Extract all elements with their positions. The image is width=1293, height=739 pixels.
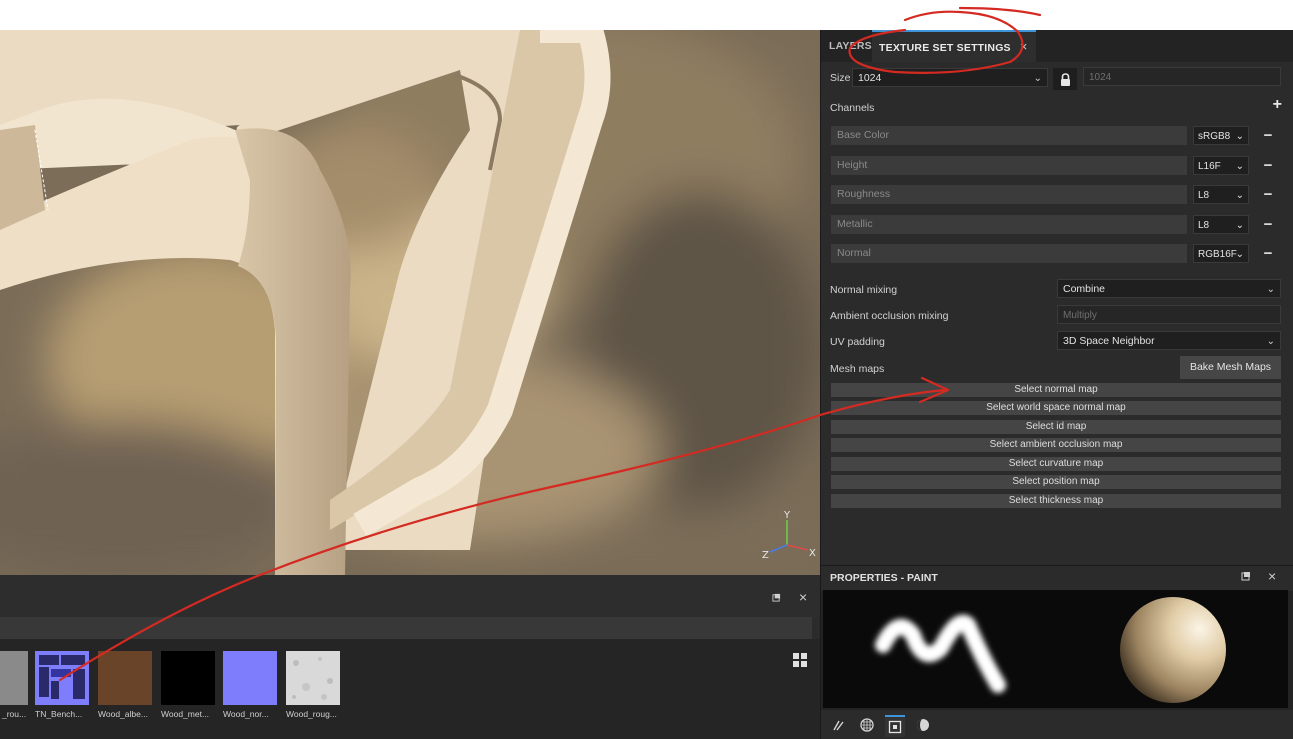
channel-format-dropdown[interactable]: L16F ⌄ — [1193, 156, 1249, 175]
normal-mixing-value: Combine — [1063, 283, 1106, 295]
uv-padding-value: 3D Space Neighbor — [1063, 335, 1155, 347]
channel-format-value: L8 — [1198, 220, 1210, 231]
channel-format-value: L8 — [1198, 190, 1210, 201]
gizmo-x-label: X — [809, 548, 816, 559]
channel-format-value: RGB16F — [1198, 249, 1237, 260]
remove-channel-icon[interactable]: − — [1261, 244, 1275, 263]
viewport-render — [0, 30, 820, 575]
select-id-map-button[interactable]: Select id map — [831, 420, 1281, 434]
channel-name-field[interactable]: Base Color — [831, 126, 1187, 145]
thumb-label: Wood_nor... — [223, 709, 269, 719]
thumb-label: Wood_met... — [161, 709, 210, 719]
axis-gizmo: Y X Z — [762, 510, 816, 560]
normal-mixing-label: Normal mixing — [830, 284, 898, 296]
mesh-maps-label: Mesh maps — [830, 363, 885, 375]
undock-icon[interactable] — [1241, 570, 1251, 584]
sphere-preview-icon[interactable] — [913, 715, 933, 735]
properties-paint-panel: PROPERTIES - PAINT × — [820, 565, 1293, 739]
channel-format-dropdown[interactable]: sRGB8 ⌄ — [1193, 126, 1249, 145]
thumb-label: _rou... — [2, 709, 27, 719]
normal-mixing-dropdown[interactable]: Combine ⌄ — [1057, 279, 1281, 298]
uv-padding-dropdown[interactable]: 3D Space Neighbor ⌄ — [1057, 331, 1281, 350]
panel-tab-bar: LAYERS TEXTURE SET SETTINGS × — [821, 30, 1293, 62]
channel-format-value: L16F — [1198, 161, 1221, 172]
channel-format-dropdown[interactable]: L8 ⌄ — [1193, 215, 1249, 234]
remove-channel-icon[interactable]: − — [1261, 126, 1275, 145]
remove-channel-icon[interactable]: − — [1261, 185, 1275, 204]
thumb-normal-texture[interactable] — [223, 651, 277, 705]
texture-set-settings-panel: LAYERS TEXTURE SET SETTINGS × Size 1024 ⌄… — [820, 30, 1293, 565]
material-sphere — [1120, 597, 1226, 703]
select-position-map-button[interactable]: Select position map — [831, 475, 1281, 489]
select-world-space-normal-map-button[interactable]: Select world space normal map — [831, 401, 1281, 415]
bake-mesh-maps-button[interactable]: Bake Mesh Maps — [1180, 356, 1281, 379]
shelf-content: _rou... TN_Bench... Wood_albe... Wood_me… — [0, 639, 820, 739]
size-lock-button[interactable] — [1053, 68, 1077, 90]
close-icon[interactable]: × — [1268, 568, 1276, 584]
properties-header: PROPERTIES - PAINT × — [821, 565, 1293, 591]
select-ambient-occlusion-map-button[interactable]: Select ambient occlusion map — [831, 438, 1281, 452]
thumb-normal-map-texture[interactable] — [35, 651, 89, 705]
ao-mixing-label: Ambient occlusion mixing — [830, 310, 949, 322]
size-locked-field: 1024 — [1083, 67, 1281, 86]
add-channel-icon[interactable]: + — [1273, 96, 1282, 114]
select-curvature-map-button[interactable]: Select curvature map — [831, 457, 1281, 471]
gizmo-y-label: Y — [783, 510, 791, 521]
brush-preview — [823, 590, 1288, 708]
thumb-metallic-texture[interactable] — [161, 651, 215, 705]
shelf-search-bar[interactable] — [0, 617, 812, 639]
ao-mixing-field: Multiply — [1057, 305, 1281, 324]
channels-label: Channels — [830, 102, 875, 114]
remove-channel-icon[interactable]: − — [1261, 156, 1275, 175]
thumb-label: Wood_roug... — [286, 709, 337, 719]
channel-name-field[interactable]: Normal — [831, 244, 1187, 263]
chevron-down-icon: ⌄ — [1033, 73, 1042, 84]
tab-texture-set-settings[interactable]: TEXTURE SET SETTINGS × — [872, 30, 1036, 62]
tab-layers[interactable]: LAYERS — [829, 30, 872, 62]
channel-format-dropdown[interactable]: L8 ⌄ — [1193, 185, 1249, 204]
chevron-down-icon: ⌄ — [1235, 131, 1244, 142]
chevron-down-icon: ⌄ — [1235, 249, 1244, 260]
lock-icon — [1060, 72, 1070, 86]
properties-toolbar — [821, 710, 1293, 739]
stencil-icon[interactable] — [885, 715, 905, 737]
gizmo-z-label: Z — [762, 550, 769, 560]
select-thickness-map-button[interactable]: Select thickness map — [831, 494, 1281, 508]
channel-format-value: sRGB8 — [1198, 131, 1231, 142]
size-value: 1024 — [858, 72, 882, 84]
thumb-roughness-texture[interactable] — [286, 651, 340, 705]
size-dropdown[interactable]: 1024 ⌄ — [852, 68, 1048, 87]
channel-name-field[interactable]: Height — [831, 156, 1187, 175]
chevron-down-icon: ⌄ — [1235, 161, 1244, 172]
size-label: Size — [830, 72, 851, 84]
chevron-down-icon: ⌄ — [1266, 284, 1275, 295]
channel-format-dropdown[interactable]: RGB16F ⌄ — [1193, 244, 1249, 263]
thumb-albedo-texture[interactable] — [98, 651, 152, 705]
thumb-label: TN_Bench... — [35, 709, 83, 719]
thumb-gray-texture[interactable] — [0, 651, 28, 705]
uv-padding-label: UV padding — [830, 336, 885, 348]
shelf-header: × — [0, 575, 820, 617]
thumb-label: Wood_albe... — [98, 709, 148, 719]
tab-close-icon[interactable]: × — [1020, 39, 1028, 54]
chevron-down-icon: ⌄ — [1235, 220, 1244, 231]
remove-channel-icon[interactable]: − — [1261, 215, 1275, 234]
channel-name-field[interactable]: Roughness — [831, 185, 1187, 204]
select-normal-map-button[interactable]: Select normal map — [831, 383, 1281, 397]
grid-view-icon[interactable] — [793, 653, 807, 670]
brush-icon[interactable] — [829, 715, 849, 735]
undock-icon[interactable] — [772, 593, 781, 605]
3d-viewport[interactable]: Y X Z — [0, 30, 820, 575]
tab-texture-set-settings-label: TEXTURE SET SETTINGS — [879, 42, 1011, 54]
close-icon[interactable]: × — [799, 589, 807, 605]
shelf-panel: × _rou... TN_Bench... Wood_albe... Wood_… — [0, 575, 820, 739]
channel-name-field[interactable]: Metallic — [831, 215, 1187, 234]
properties-title: PROPERTIES - PAINT — [830, 572, 938, 584]
chevron-down-icon: ⌄ — [1266, 336, 1275, 347]
brush-stroke-preview — [875, 597, 1226, 703]
material-icon[interactable] — [857, 715, 877, 735]
chevron-down-icon: ⌄ — [1235, 190, 1244, 201]
